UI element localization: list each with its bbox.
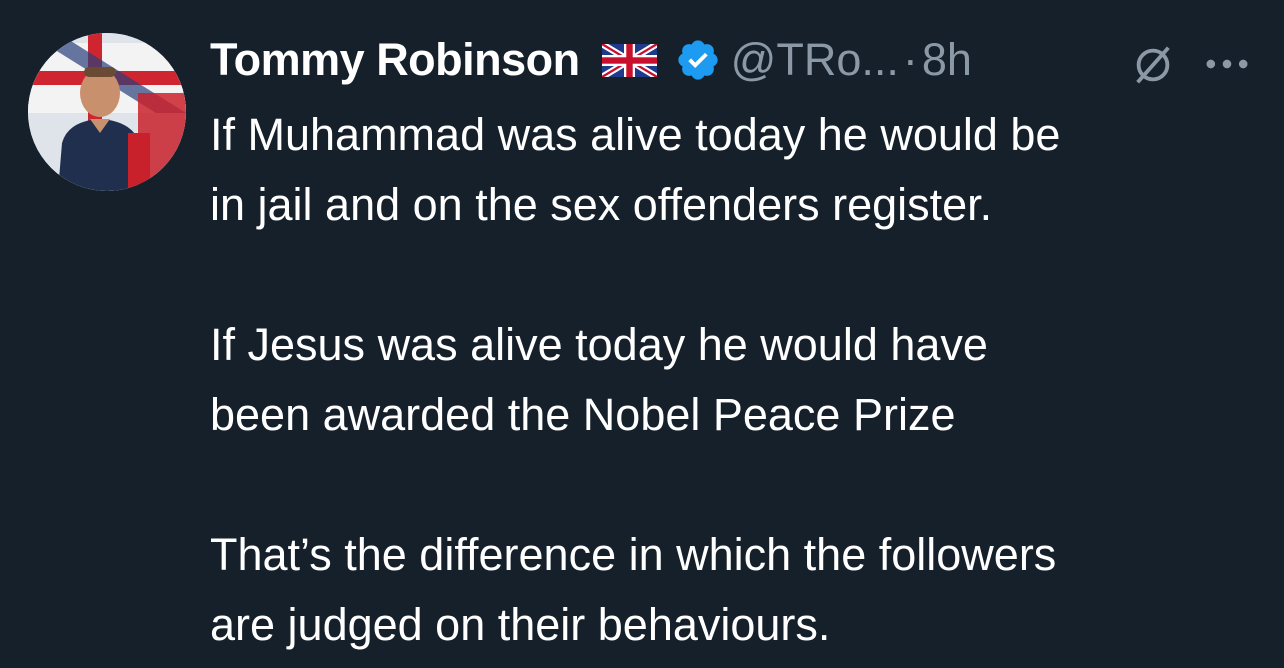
union-jack-flag-icon — [601, 43, 657, 77]
grok-icon[interactable] — [1130, 42, 1176, 88]
more-options-icon[interactable] — [1200, 44, 1254, 84]
timestamp[interactable]: 8h — [922, 34, 972, 86]
user-handle[interactable]: @TRo... — [731, 34, 899, 86]
tweet-text-paragraph-1: If Muhammad was alive today he would be … — [210, 109, 1061, 230]
display-name[interactable]: Tommy Robinson — [210, 34, 580, 86]
tweet-text-paragraph-3: That’s the difference in which the follo… — [210, 529, 1057, 650]
avatar-photo — [28, 33, 186, 191]
tweet-card: Tommy Robinson @TRo... · 8h If Muhammad … — [0, 0, 1284, 668]
verified-badge-icon[interactable] — [675, 37, 721, 83]
separator-dot: · — [902, 34, 918, 85]
tweet-text-paragraph-2: If Jesus was alive today he would have b… — [210, 319, 988, 440]
avatar[interactable] — [28, 33, 186, 191]
tweet-header: Tommy Robinson @TRo... · 8h — [210, 30, 1270, 90]
tweet-content: Tommy Robinson @TRo... · 8h If Muhammad … — [210, 30, 1270, 660]
